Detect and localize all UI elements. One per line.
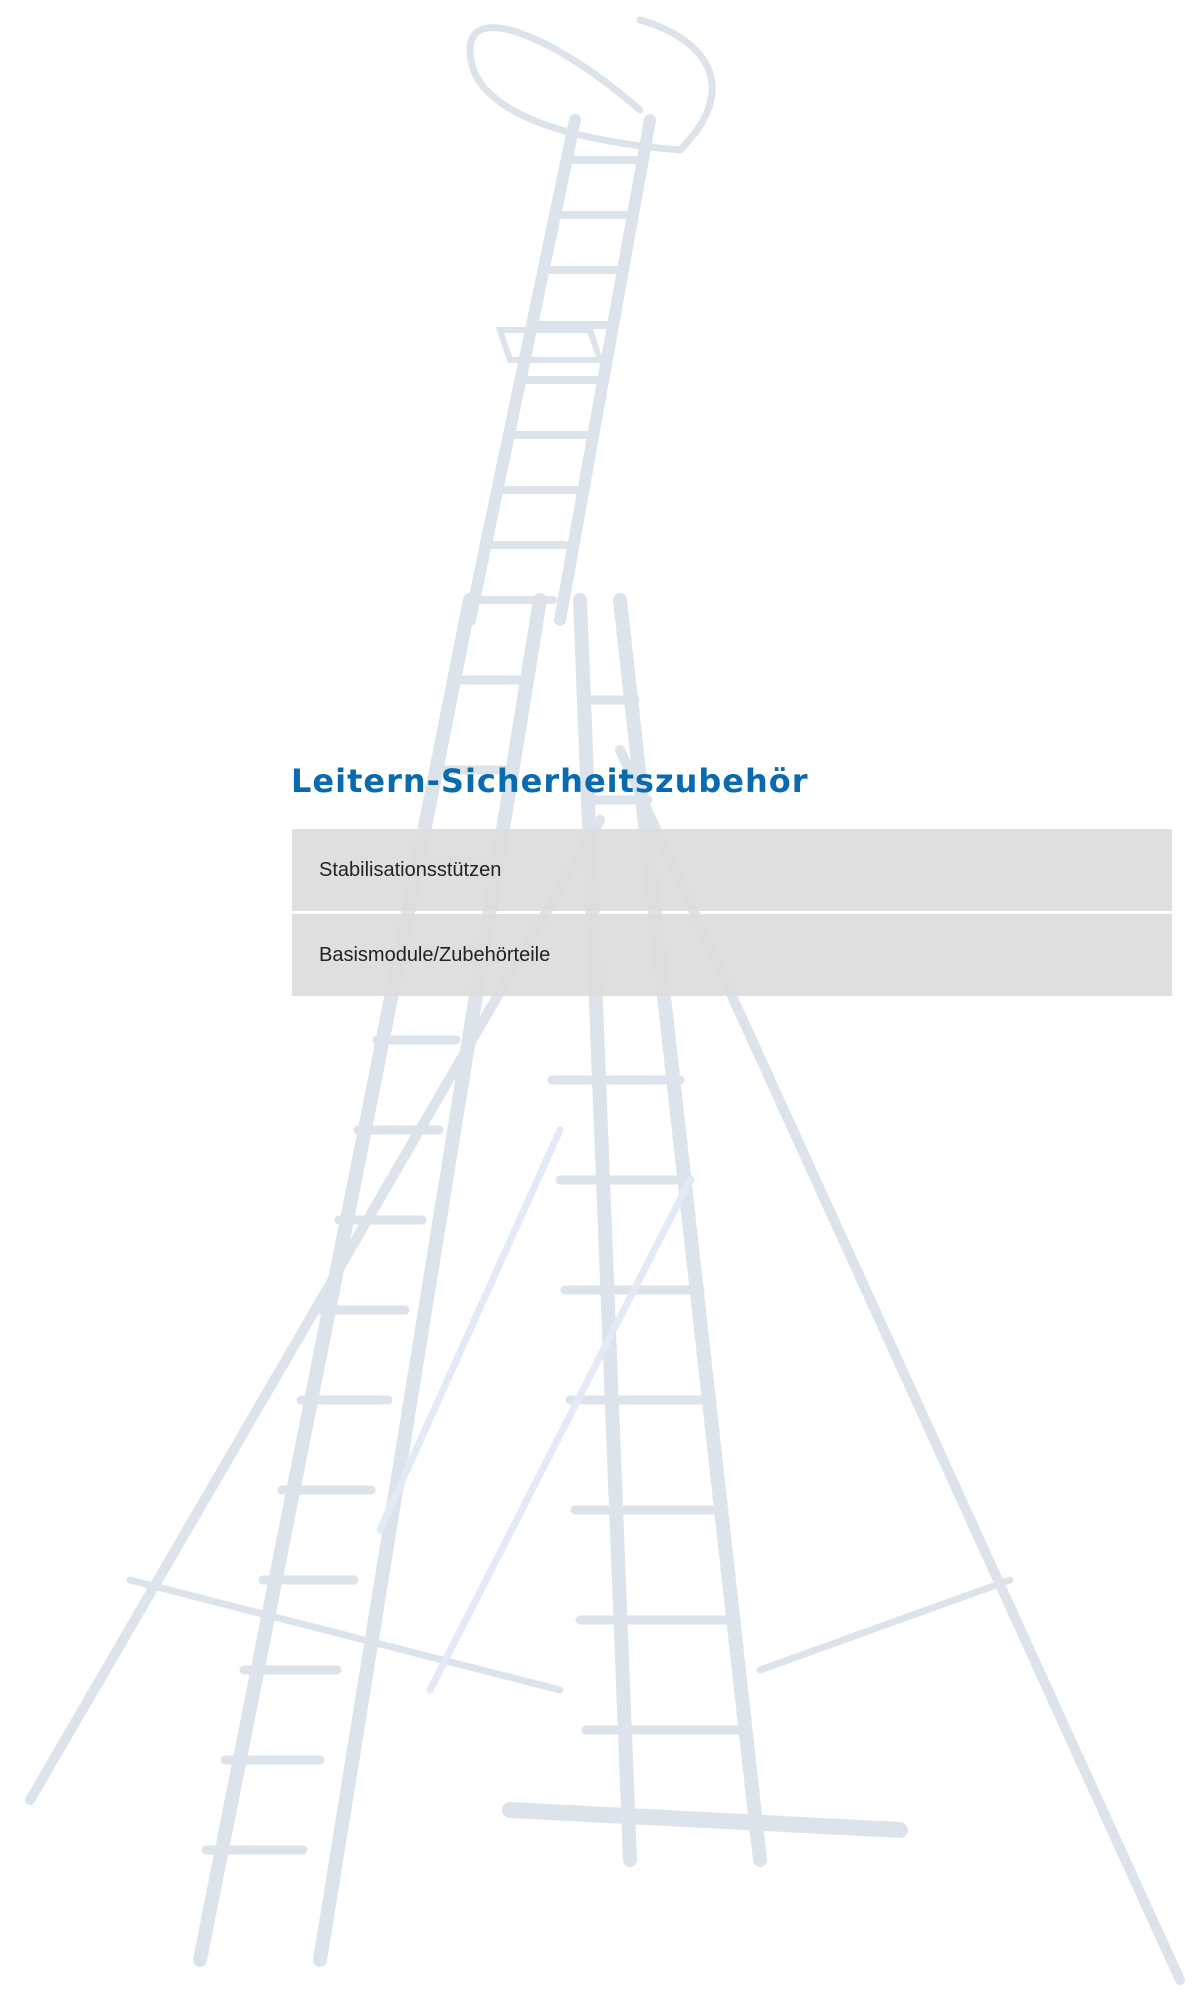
menu-item-label: Basismodule/Zubehörteile xyxy=(319,943,551,966)
category-menu: Stabilisationsstützen Basismodule/Zubehö… xyxy=(292,829,1172,999)
menu-item-stabilisationsstuetzen[interactable]: Stabilisationsstützen xyxy=(292,829,1172,911)
menu-item-basismodule[interactable]: Basismodule/Zubehörteile xyxy=(292,914,1172,996)
menu-item-label: Stabilisationsstützen xyxy=(319,858,502,881)
page: Leitern-Sicherheitszubehör Stabilisation… xyxy=(0,0,1192,1993)
page-title: Leitern-Sicherheitszubehör xyxy=(291,762,809,800)
